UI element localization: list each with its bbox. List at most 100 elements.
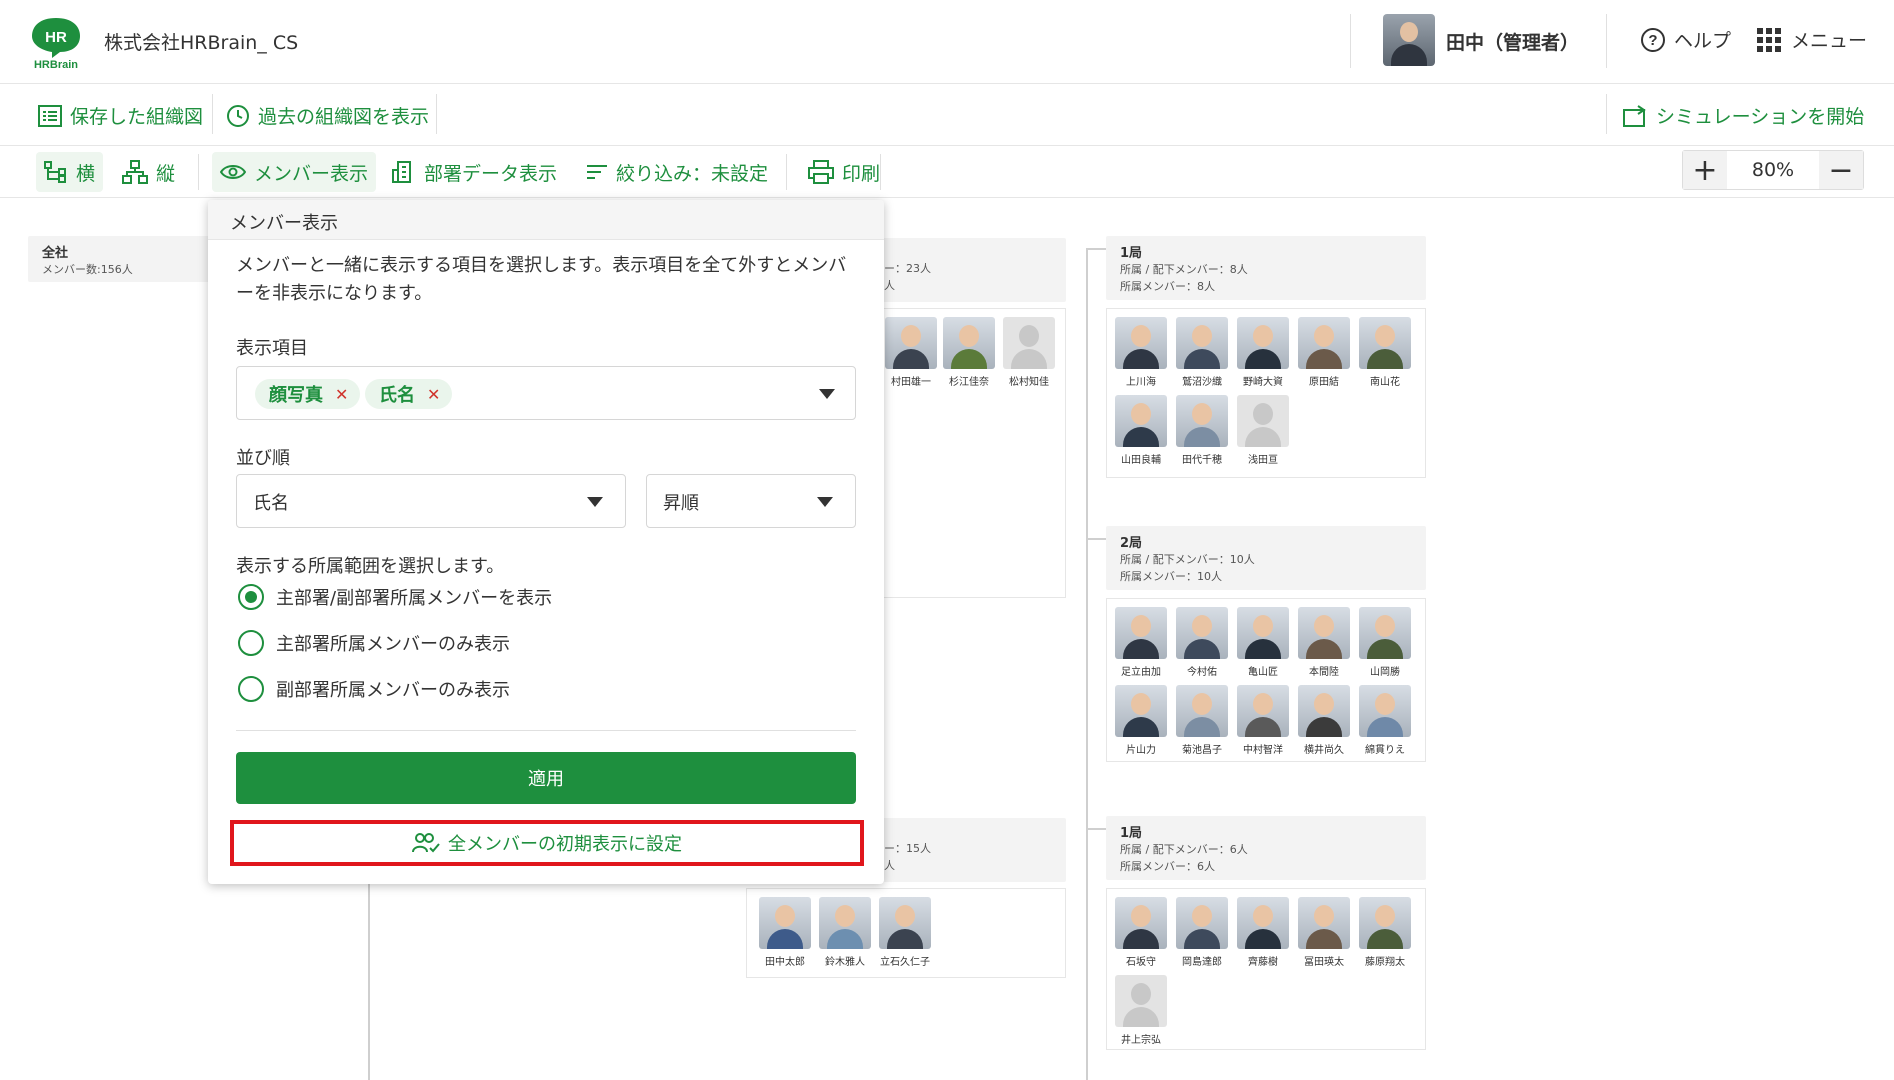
org-node-bureau-3[interactable]: 1局 所属 / 配下メンバー：6人 所属メンバー：6人 [1106,816,1426,880]
radio-unselected[interactable] [238,676,264,702]
node-title: 1局 [1120,246,1143,261]
display-items-select[interactable]: 顔写真 ✕ 氏名 ✕ [236,366,856,420]
minus-icon: − [1828,152,1854,188]
horizontal-layout-button[interactable]: 横 [36,152,104,192]
node-members-line: 所属 / 配下メンバー：10人 [1120,553,1255,566]
member-card[interactable]: 冨田瑛太 [1298,897,1350,968]
chevron-down-icon[interactable] [819,389,835,399]
sort-direction-value: 昇順 [663,493,699,514]
member-card[interactable]: 上川海 [1115,317,1167,388]
menu-button[interactable]: メニュー [1757,26,1867,53]
radio-unselected[interactable] [238,630,264,656]
zoom-in-button[interactable]: + [1683,151,1727,189]
member-photo [1115,685,1167,737]
member-name: 鈴木雅人 [825,957,865,968]
apply-button[interactable]: 適用 [236,752,856,804]
member-card[interactable]: 石坂守 [1115,897,1167,968]
radio-label: 主部署/副部署所属メンバーを表示 [276,588,553,609]
org-node-root[interactable]: 全社 メンバー数:156人 [28,236,218,282]
zoom-level: 80% [1751,159,1795,181]
org-node-department[interactable]: ー：23人 人 [870,238,1066,302]
zoom-out-button[interactable]: − [1819,151,1863,189]
member-name: 岡島達郎 [1182,957,1222,968]
member-photo [1237,317,1289,369]
saved-org-charts-label: 保存した組織図 [70,106,204,128]
member-card[interactable]: 本間陸 [1298,607,1350,678]
member-photo-placeholder [1115,975,1167,1027]
member-panel: 石坂守 岡島達郎 齊藤樹 冨田瑛太 藤原翔太井上宗弘 [1106,888,1426,1050]
org-node-department[interactable]: ー：15人 人 [870,818,1066,882]
member-card[interactable]: 井上宗弘 [1115,975,1167,1046]
member-card[interactable]: 杉江佳奈 [943,317,995,388]
start-simulation-link[interactable]: シミュレーションを開始 [1622,102,1864,129]
radio-selected[interactable] [238,584,264,610]
simulation-icon [1623,104,1646,127]
member-card[interactable]: 今村佑 [1176,607,1228,678]
saved-org-charts-link[interactable]: 保存した組織図 [38,102,203,129]
past-org-charts-link[interactable]: 過去の組織図を表示 [226,102,429,129]
reset-all-members-button[interactable]: 全メンバーの初期表示に設定 [230,820,864,866]
member-card[interactable]: 綿貫りえ [1359,685,1411,756]
member-photo [1176,897,1228,949]
member-card[interactable]: 村田雄一 [885,317,937,388]
member-card[interactable]: 浅田亘 [1237,395,1289,466]
org-node-bureau-2[interactable]: 2局 所属 / 配下メンバー：10人 所属メンバー：10人 [1106,526,1426,590]
member-card[interactable]: 足立由加 [1115,607,1167,678]
member-card[interactable]: 鷲沼沙織 [1176,317,1228,388]
member-card[interactable]: 野崎大資 [1237,317,1289,388]
user-avatar[interactable] [1383,14,1435,66]
member-display-label: メンバー表示 [254,162,369,185]
member-photo [1237,607,1289,659]
member-card[interactable]: 亀山匠 [1237,607,1289,678]
scope-option-main-only[interactable]: 主部署所属メンバーのみ表示 [238,630,510,656]
toolbar-divider [880,154,881,190]
member-name: 鷲沼沙織 [1182,377,1222,388]
member-card[interactable]: 田代千穂 [1176,395,1228,466]
member-name: 浅田亘 [1248,455,1278,466]
remove-chip-icon[interactable]: ✕ [335,385,348,404]
member-card[interactable]: 岡島達郎 [1176,897,1228,968]
vertical-layout-button[interactable]: 縦 [114,152,183,192]
member-card[interactable]: 横井尚久 [1298,685,1350,756]
member-card[interactable]: 田中太郎 [759,897,811,968]
remove-chip-icon[interactable]: ✕ [427,385,440,404]
member-photo [943,317,995,369]
sort-direction-select[interactable]: 昇順 [646,474,856,528]
member-photo [885,317,937,369]
member-card[interactable]: 中村智洋 [1237,685,1289,756]
member-name: 今村佑 [1187,667,1217,678]
toolbar-divider [198,154,199,190]
chevron-down-icon [817,497,833,507]
member-card[interactable]: 南山花 [1359,317,1411,388]
member-card[interactable]: 齊藤樹 [1237,897,1289,968]
member-display-button[interactable]: メンバー表示 [212,152,377,192]
member-card[interactable]: 鈴木雅人 [819,897,871,968]
member-name: 井上宗弘 [1121,1035,1161,1046]
member-name: 綿貫りえ [1365,745,1405,756]
member-name: 藤原翔太 [1365,957,1405,968]
print-button[interactable]: 印刷 [800,152,888,192]
hrbrain-logo[interactable]: HR HRBrain [28,14,84,71]
member-card[interactable]: 山田良輔 [1115,395,1167,466]
sort-field-select[interactable]: 氏名 [236,474,626,528]
member-photo [1115,317,1167,369]
member-card[interactable]: 菊池昌子 [1176,685,1228,756]
member-card[interactable]: 原田結 [1298,317,1350,388]
department-data-label: 部署データ表示 [424,162,558,185]
member-card[interactable]: 山岡勝 [1359,607,1411,678]
member-card[interactable]: 片山力 [1115,685,1167,756]
member-card[interactable]: 藤原翔太 [1359,897,1411,968]
department-data-button[interactable]: 部署データ表示 [384,152,565,192]
help-link[interactable]: ? ヘルプ [1640,26,1731,53]
user-name[interactable]: 田中（管理者） [1446,28,1579,55]
member-name: 横井尚久 [1304,745,1344,756]
node-title: 2局 [1120,536,1143,551]
scope-option-sub-only[interactable]: 副部署所属メンバーのみ表示 [238,676,510,702]
member-card[interactable]: 松村知佳 [1003,317,1055,388]
chip-label: 顔写真 [269,385,323,406]
member-card[interactable]: 立石久仁子 [879,897,931,968]
org-node-bureau-1[interactable]: 1局 所属 / 配下メンバー：8人 所属メンバー：8人 [1106,236,1426,300]
filter-button[interactable]: 絞り込み：未設定 [578,152,776,192]
scope-option-main-and-sub[interactable]: 主部署/副部署所属メンバーを表示 [238,584,552,610]
member-name: 片山力 [1126,745,1156,756]
